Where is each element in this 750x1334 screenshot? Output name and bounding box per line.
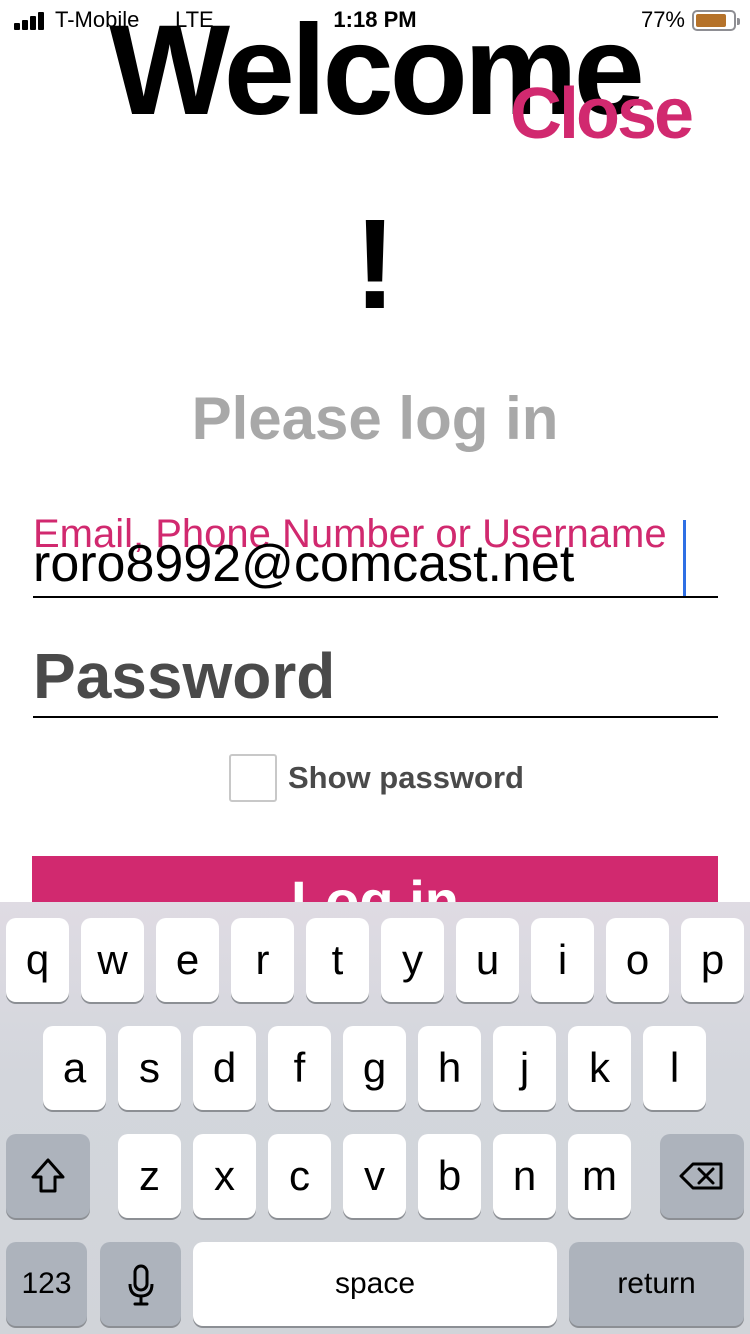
- key-o[interactable]: o: [606, 918, 669, 1002]
- show-password-checkbox[interactable]: [229, 754, 277, 802]
- text-cursor: [683, 520, 686, 596]
- key-g[interactable]: g: [343, 1026, 406, 1110]
- on-screen-keyboard: q w e r t y u i o p a s d f g h j k l z …: [0, 902, 750, 1334]
- key-l[interactable]: l: [643, 1026, 706, 1110]
- key-r[interactable]: r: [231, 918, 294, 1002]
- key-x[interactable]: x: [193, 1134, 256, 1218]
- key-v[interactable]: v: [343, 1134, 406, 1218]
- key-h[interactable]: h: [418, 1026, 481, 1110]
- key-z[interactable]: z: [118, 1134, 181, 1218]
- numbers-key[interactable]: 123: [6, 1242, 87, 1326]
- password-input-underline: [33, 716, 718, 718]
- key-d[interactable]: d: [193, 1026, 256, 1110]
- key-w[interactable]: w: [81, 918, 144, 1002]
- key-u[interactable]: u: [456, 918, 519, 1002]
- shift-key[interactable]: [6, 1134, 90, 1218]
- shift-icon: [31, 1158, 65, 1193]
- space-key[interactable]: space: [193, 1242, 557, 1326]
- key-b[interactable]: b: [418, 1134, 481, 1218]
- microphone-icon: [128, 1264, 153, 1306]
- key-f[interactable]: f: [268, 1026, 331, 1110]
- username-input-underline: [33, 596, 718, 598]
- show-password-label[interactable]: Show password: [288, 758, 524, 798]
- username-input[interactable]: roro8992@comcast.net: [33, 532, 574, 596]
- key-j[interactable]: j: [493, 1026, 556, 1110]
- key-c[interactable]: c: [268, 1134, 331, 1218]
- key-y[interactable]: y: [381, 918, 444, 1002]
- key-a[interactable]: a: [43, 1026, 106, 1110]
- dictation-key[interactable]: [100, 1242, 181, 1326]
- key-n[interactable]: n: [493, 1134, 556, 1218]
- key-t[interactable]: t: [306, 918, 369, 1002]
- key-s[interactable]: s: [118, 1026, 181, 1110]
- welcome-title-exclamation: !: [353, 193, 397, 336]
- password-input[interactable]: Password: [33, 640, 335, 712]
- key-q[interactable]: q: [6, 918, 69, 1002]
- backspace-icon: [679, 1162, 723, 1190]
- key-e[interactable]: e: [156, 918, 219, 1002]
- key-p[interactable]: p: [681, 918, 744, 1002]
- backspace-key[interactable]: [660, 1134, 744, 1218]
- key-i[interactable]: i: [531, 918, 594, 1002]
- return-key[interactable]: return: [569, 1242, 744, 1326]
- page-subtitle: Please log in: [191, 385, 559, 452]
- close-button[interactable]: Close: [510, 74, 694, 154]
- key-m[interactable]: m: [568, 1134, 631, 1218]
- key-k[interactable]: k: [568, 1026, 631, 1110]
